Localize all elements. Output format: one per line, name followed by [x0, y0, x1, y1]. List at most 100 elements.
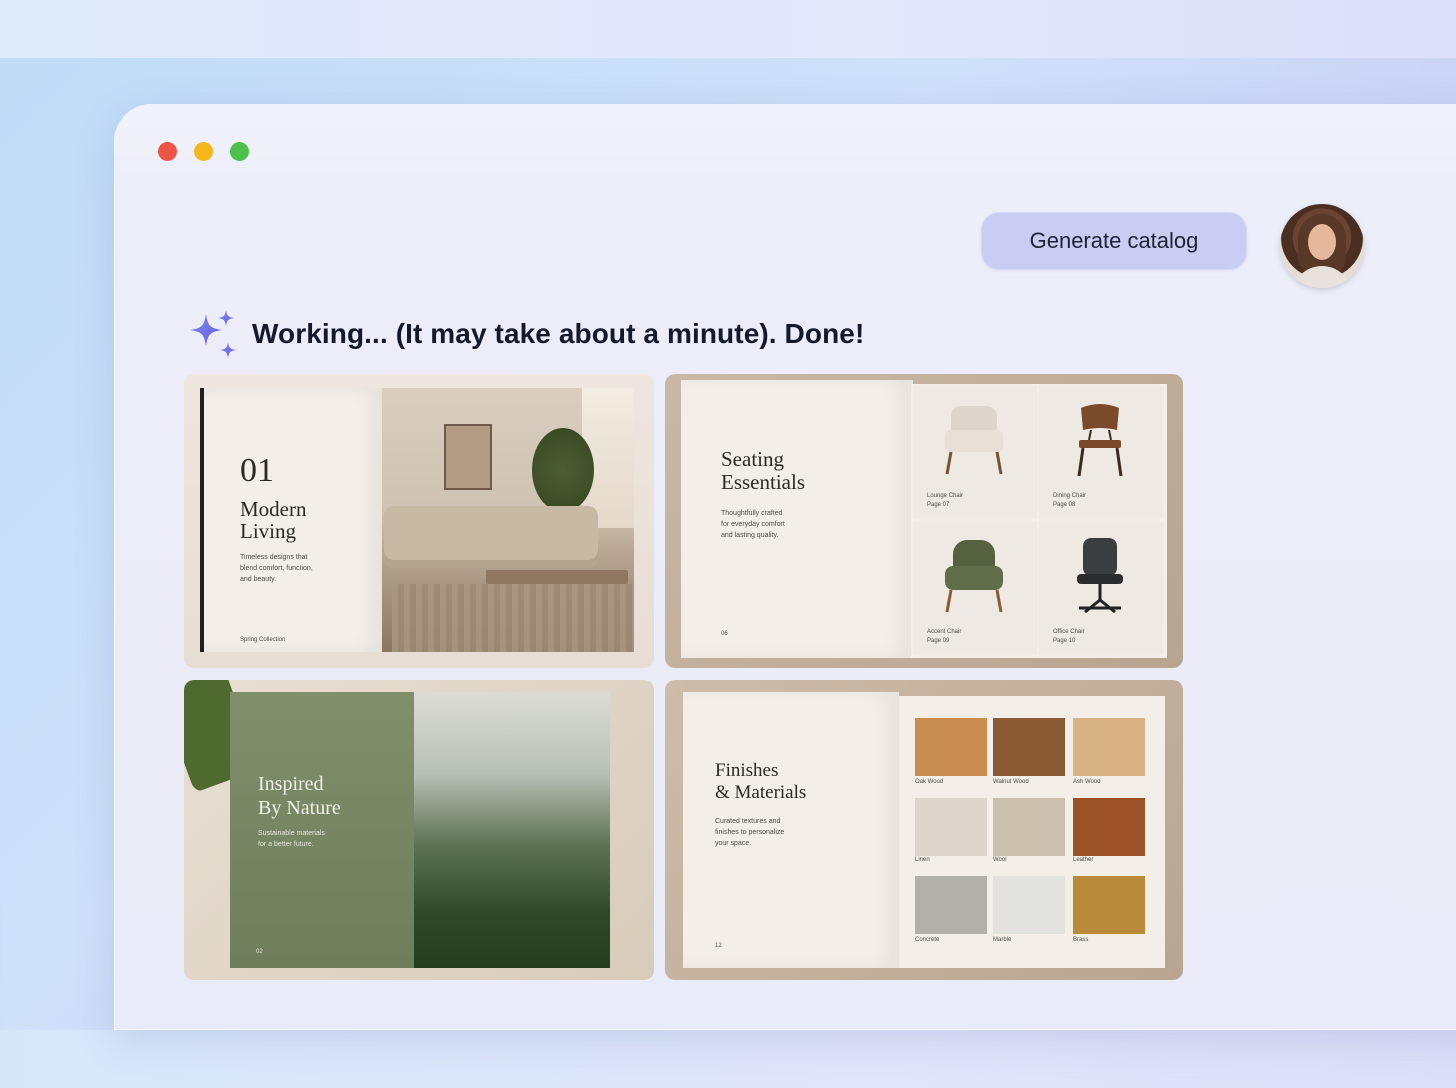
swatch-label: Oak Wood — [915, 779, 944, 785]
top-background-band — [0, 0, 1456, 58]
desc-line: and beauty. — [240, 576, 277, 583]
desc-line: for everyday comfort — [721, 521, 785, 528]
section-number: 01 — [240, 452, 274, 489]
desc-line: blend comfort, function, — [240, 565, 313, 572]
section-title: Finishes & Materials — [715, 760, 806, 804]
desc-line: and lasting quality. — [721, 532, 779, 539]
desc-line: your space. — [715, 840, 752, 847]
title-bar — [114, 104, 1456, 184]
swatch-leather — [1073, 798, 1145, 856]
catalog-preview-finishes[interactable]: Finishes & Materials Curated textures an… — [665, 680, 1183, 980]
close-window-button[interactable] — [158, 142, 177, 161]
generate-catalog-button[interactable]: Generate catalog — [981, 212, 1247, 270]
title-line: Inspired — [258, 773, 324, 795]
product-name: Lounge Chair — [927, 493, 964, 499]
title-line: & Materials — [715, 782, 807, 803]
product-dining-chair: Dining Chair Page 08 — [1039, 386, 1163, 518]
product-name: Accent Chair — [927, 629, 962, 635]
collection-label: Spring Collection — [240, 637, 286, 643]
product-label: Office Chair Page 10 — [1053, 628, 1085, 646]
swatch-label: Ash Wood — [1073, 779, 1101, 785]
swatch-marble — [993, 876, 1065, 934]
status-text: Working... (It may take about a minute).… — [252, 318, 865, 349]
section-description: Sustainable materials for a better futur… — [258, 828, 325, 850]
wall-art — [444, 424, 492, 490]
product-office-chair: Office Chair Page 10 — [1039, 522, 1163, 654]
section-description: Curated textures and finishes to persona… — [715, 816, 815, 849]
catalog-right-page: Oak Wood Walnut Wood Ash Wood Linen Wool… — [899, 696, 1165, 968]
swatch-concrete — [915, 876, 987, 934]
catalog-left-page: 01 Modern Living Timeless designs that b… — [200, 388, 384, 652]
avatar-face — [1308, 224, 1336, 260]
forest-photo — [414, 692, 610, 968]
swatch-label: Leather — [1073, 857, 1094, 863]
product-label: Dining Chair Page 08 — [1053, 492, 1086, 510]
swatch-wool — [993, 798, 1065, 856]
office-chair-icon — [1077, 538, 1123, 614]
catalog-preview-nature[interactable]: Inspired By Nature Sustainable materials… — [184, 680, 654, 980]
swatch-label: Marble — [993, 937, 1012, 943]
swatch-label: Brass — [1073, 937, 1089, 943]
sofa — [384, 506, 598, 568]
section-title: Seating Essentials — [721, 448, 805, 494]
product-page: Page 07 — [927, 502, 950, 508]
section-title: Modern Living — [240, 498, 307, 542]
catalog-left-page: Seating Essentials Thoughtfully crafted … — [681, 380, 913, 658]
catalog-right-page: Lounge Chair Page 07 Dining Chair Page 0… — [911, 384, 1167, 658]
product-name: Dining Chair — [1053, 493, 1087, 499]
swatch-label: Linen — [915, 857, 930, 863]
title-line: Living — [240, 519, 296, 543]
swatch-ash-wood — [1073, 718, 1145, 776]
desc-line: finishes to personalize — [715, 829, 785, 836]
product-label: Lounge Chair Page 07 — [927, 492, 963, 510]
sparkle-icon — [190, 310, 236, 358]
desc-line: Thoughtfully crafted — [721, 510, 783, 517]
swatch-label: Concrete — [915, 937, 940, 943]
swatch-walnut-wood — [993, 718, 1065, 776]
accent-chair-icon — [945, 540, 1003, 613]
living-room-photo — [382, 388, 634, 652]
desc-line: Curated textures and — [715, 818, 781, 825]
status-line: Working... (It may take about a minute).… — [186, 308, 864, 360]
dining-chair-icon — [1077, 404, 1123, 477]
title-line: Finishes — [715, 760, 779, 781]
catalog-preview-seating[interactable]: Seating Essentials Thoughtfully crafted … — [665, 374, 1183, 668]
section-description: Timeless designs that blend comfort, fun… — [240, 552, 360, 585]
plant — [532, 428, 594, 512]
section-description: Thoughtfully crafted for everyday comfor… — [721, 508, 821, 541]
swatch-linen — [915, 798, 987, 856]
maximize-window-button[interactable] — [230, 142, 249, 161]
app-window: Generate catalog Working... (It may take… — [114, 104, 1456, 1030]
section-title: Inspired By Nature — [258, 772, 341, 820]
bottom-background-band — [0, 1030, 1456, 1088]
minimize-window-button[interactable] — [194, 142, 213, 161]
lounge-chair-icon — [945, 406, 1003, 475]
product-page: Page 08 — [1053, 502, 1076, 508]
rug — [392, 584, 634, 652]
catalog-left-page: Finishes & Materials Curated textures an… — [683, 692, 899, 968]
title-line: Essentials — [721, 470, 805, 494]
desc-line: Timeless designs that — [240, 554, 308, 561]
product-name: Office Chair — [1053, 629, 1085, 635]
product-page: Page 10 — [1053, 638, 1076, 644]
title-line: Modern — [240, 497, 307, 521]
swatch-label: Walnut Wood — [993, 779, 1029, 785]
page-number: 02 — [256, 949, 263, 955]
swatch-label: Wool — [993, 857, 1007, 863]
product-page: Page 09 — [927, 638, 950, 644]
desc-line: for a better future. — [258, 841, 314, 848]
page-number: 12 — [715, 943, 722, 949]
catalog-preview-modern-living[interactable]: 01 Modern Living Timeless designs that b… — [184, 374, 654, 668]
coffee-table — [486, 570, 628, 584]
title-line: Seating — [721, 447, 784, 471]
page-number: 06 — [721, 631, 728, 637]
product-label: Accent Chair Page 09 — [927, 628, 961, 646]
product-accent-chair: Accent Chair Page 09 — [913, 522, 1037, 654]
catalog-left-page: Inspired By Nature Sustainable materials… — [230, 692, 414, 968]
product-lounge-chair: Lounge Chair Page 07 — [913, 386, 1037, 518]
desc-line: Sustainable materials — [258, 830, 325, 837]
title-line: By Nature — [258, 797, 341, 819]
swatch-brass — [1073, 876, 1145, 934]
user-avatar[interactable] — [1280, 204, 1364, 288]
swatch-oak-wood — [915, 718, 987, 776]
